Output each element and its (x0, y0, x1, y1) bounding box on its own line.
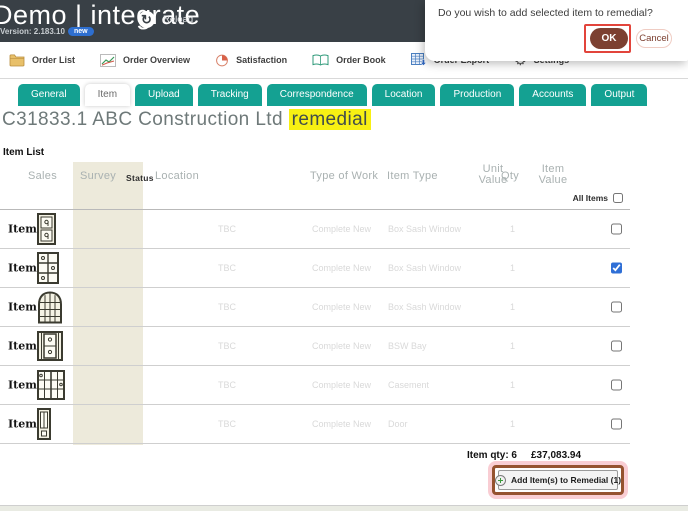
item-type-of-work: Complete New (312, 224, 371, 234)
tab-bar: General Item Upload Tracking Corresponde… (18, 84, 647, 106)
all-items-checkbox[interactable] (613, 193, 623, 203)
open-book-icon (312, 54, 329, 66)
column-header-qty: Qty (501, 170, 519, 182)
column-header-survey: Survey (80, 170, 116, 182)
item-select-checkbox[interactable] (611, 380, 622, 391)
title-highlight-remedial: remedial (289, 109, 371, 130)
column-header-sales: Sales (28, 170, 57, 182)
item-select-checkbox[interactable] (611, 341, 622, 352)
tab-accounts[interactable]: Accounts (519, 84, 586, 106)
item-qty: 1 (510, 380, 515, 390)
plus-circle-icon (495, 475, 506, 486)
item-qty-total-label: Item qty: 6 (430, 450, 517, 461)
casement-window-icon (37, 370, 65, 400)
page-title: C31833.1 ABC Construction Ltd remedial (2, 109, 371, 131)
item-qty: 1 (510, 419, 515, 429)
item-qty: 1 (510, 341, 515, 351)
item-type-of-work: Complete New (312, 341, 371, 351)
item-type-of-work: Complete New (312, 419, 371, 429)
reload-label: Reload (163, 14, 193, 25)
cancel-button[interactable]: Cancel (636, 29, 672, 48)
screen: Demo | integrate Version: 2.183.10 new ↻… (0, 0, 688, 511)
item-type: Door (388, 419, 408, 429)
page-bottom-strip (0, 505, 688, 511)
door-icon (37, 408, 51, 440)
item-type: Box Sash Window (388, 302, 461, 312)
tab-location[interactable]: Location (372, 84, 436, 106)
bay-window-icon (37, 331, 63, 361)
item-select-checkbox[interactable] (611, 419, 622, 430)
table-row[interactable]: Item 1 TBC Complete New Box Sash Window … (0, 210, 630, 249)
toolbar-item-satisfaction[interactable]: Satisfaction (215, 54, 287, 67)
table-row[interactable]: Item 4 TBC Complete New BSW Bay 1 (0, 327, 630, 366)
table-row[interactable]: Item 3 TBC Complete New Box Sash Window … (0, 288, 630, 327)
item-type: Box Sash Window (388, 263, 461, 273)
item-type: Casement (388, 380, 429, 390)
column-header-item-type: Item Type (387, 170, 438, 182)
column-header-location: Location (155, 170, 199, 182)
toolbar-item-order-overview[interactable]: Order Overview (100, 54, 190, 67)
folder-icon (9, 54, 25, 67)
add-items-to-remedial-label: Add Item(s) to Remedial (1) (511, 475, 621, 485)
remedial-annotation-box: Add Item(s) to Remedial (1) (492, 465, 624, 495)
tab-production[interactable]: Production (440, 84, 514, 106)
toolbar-item-label: Satisfaction (236, 55, 287, 65)
item-qty: 1 (510, 224, 515, 234)
item-qty: 1 (510, 263, 515, 273)
box-sash-window-icon (37, 213, 56, 245)
dialog-message: Do you wish to add selected item to reme… (438, 7, 653, 19)
table-row[interactable]: Item 2 TBC Complete New Box Sash Window … (0, 249, 630, 288)
tab-correspondence[interactable]: Correspondence (267, 84, 367, 106)
item-value-total: £37,083.94 (531, 450, 581, 461)
item-location: TBC (218, 341, 236, 351)
item-type: BSW Bay (388, 341, 427, 351)
export-table-icon (411, 53, 427, 67)
item-location: TBC (218, 263, 236, 273)
toolbar-item-label: Order List (32, 55, 75, 65)
add-items-to-remedial-button[interactable]: Add Item(s) to Remedial (1) (498, 470, 618, 490)
column-header-item-value: Item Value (532, 164, 574, 186)
item-type-of-work: Complete New (312, 380, 371, 390)
version-label: Version: 2.183.10 (0, 27, 65, 36)
item-rows: Item 1 TBC Complete New Box Sash Window … (0, 210, 630, 444)
item-type-of-work: Complete New (312, 263, 371, 273)
item-select-checkbox[interactable] (611, 224, 622, 235)
order-title: C31833.1 ABC Construction Ltd (2, 109, 283, 130)
item-location: TBC (218, 419, 236, 429)
item-select-checkbox[interactable] (611, 302, 622, 313)
box-sash-6-pane-window-icon (37, 252, 59, 284)
toolbar-item-label: Order Book (336, 55, 386, 65)
item-location: TBC (218, 380, 236, 390)
line-chart-icon (100, 54, 116, 67)
tab-upload[interactable]: Upload (135, 84, 193, 106)
all-items-label: All Items (553, 193, 608, 203)
tab-output[interactable]: Output (591, 84, 647, 106)
ok-annotation-box (584, 24, 631, 53)
item-select-checkbox[interactable] (611, 263, 622, 274)
new-version-badge: new (68, 27, 94, 36)
item-location: TBC (218, 302, 236, 312)
arched-sash-window-icon (37, 291, 63, 324)
table-row[interactable]: Item 6 TBC Complete New Door 1 (0, 405, 630, 444)
table-row[interactable]: Item 5 TBC Complete New Casement 1 (0, 366, 630, 405)
column-header-status: Status (126, 173, 154, 183)
toolbar-item-order-book[interactable]: Order Book (312, 54, 386, 66)
toolbar-item-label: Order Overview (123, 55, 190, 65)
tab-item[interactable]: Item (85, 84, 130, 106)
tab-tracking[interactable]: Tracking (198, 84, 262, 106)
item-list-label: Item List (3, 147, 44, 158)
reload-button[interactable]: ↻ Reload (138, 11, 193, 28)
item-type-of-work: Complete New (312, 302, 371, 312)
version-row: Version: 2.183.10 new (0, 27, 94, 36)
item-type: Box Sash Window (388, 224, 461, 234)
item-qty: 1 (510, 302, 515, 312)
column-header-type-of-work: Type of Work (310, 170, 378, 182)
satisfaction-gauge-icon (215, 54, 229, 67)
item-location: TBC (218, 224, 236, 234)
confirm-dialog: Do you wish to add selected item to reme… (425, 0, 688, 61)
toolbar-item-order-list[interactable]: Order List (9, 54, 75, 67)
tab-general[interactable]: General (18, 84, 80, 106)
reload-icon: ↻ (138, 11, 155, 28)
